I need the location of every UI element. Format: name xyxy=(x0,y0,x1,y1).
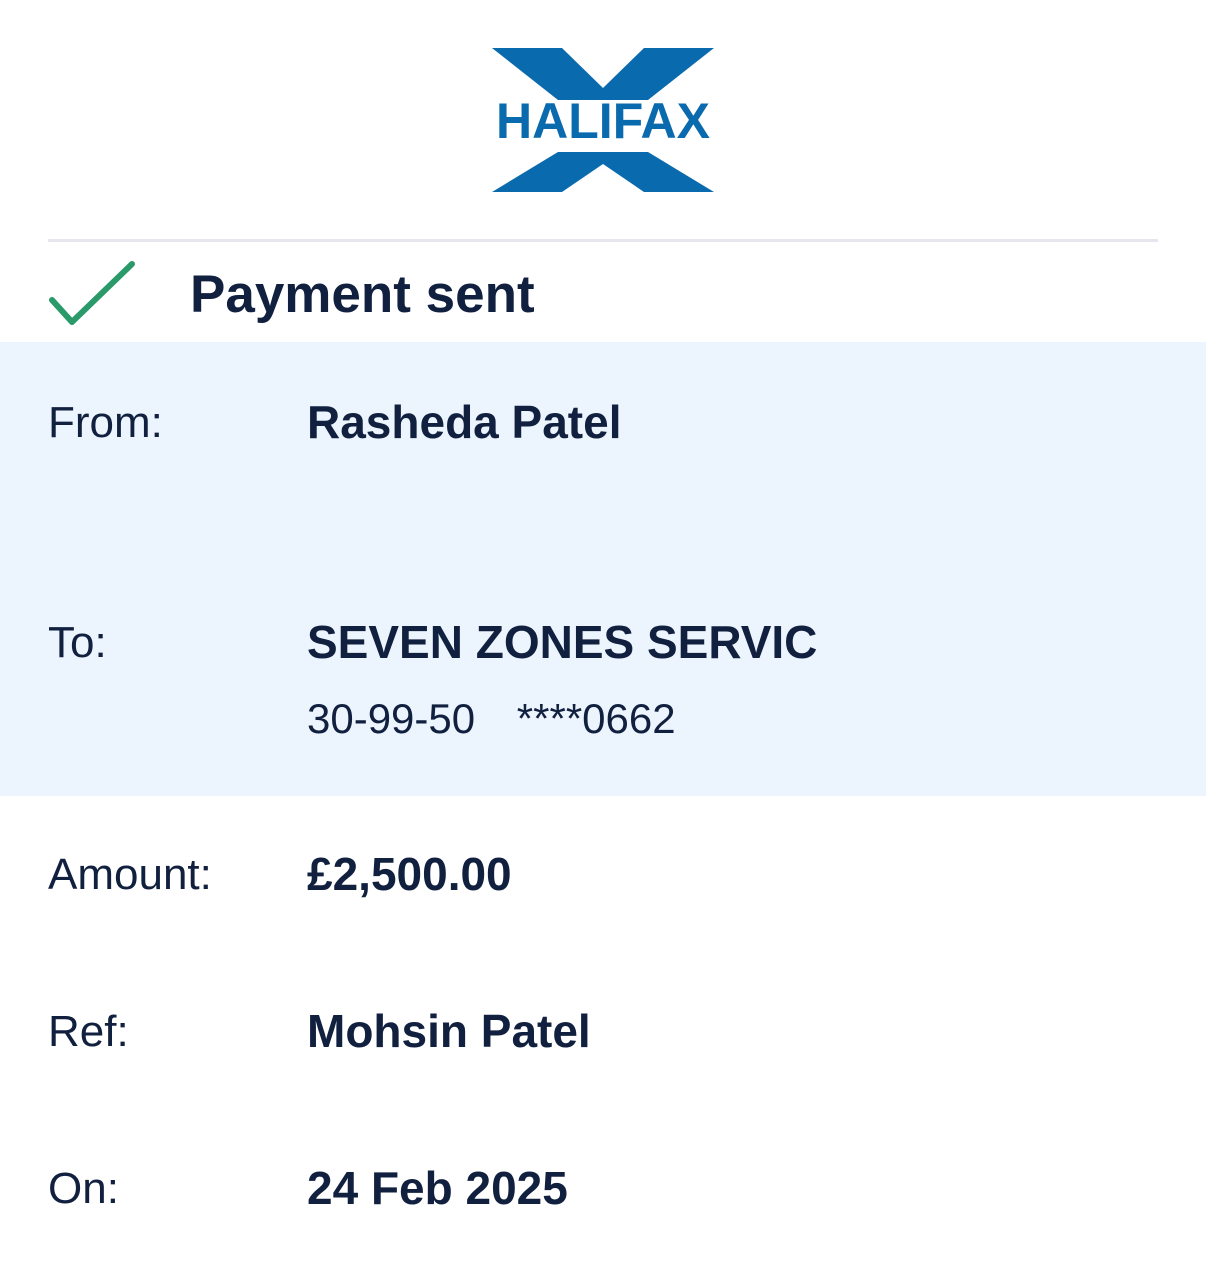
on-label: On: xyxy=(48,1164,119,1213)
from-value: Rasheda Patel xyxy=(307,396,622,448)
status-title: Payment sent xyxy=(190,265,535,324)
to-value: SEVEN ZONES SERVIC xyxy=(307,616,818,668)
ref-value: Mohsin Patel xyxy=(307,1005,591,1057)
ref-label: Ref: xyxy=(48,1007,129,1056)
from-label: From: xyxy=(48,398,163,447)
amount-label: Amount: xyxy=(48,850,212,899)
halifax-logo: HALIFAX xyxy=(490,46,716,194)
check-icon xyxy=(49,261,135,325)
account-number: ****0662 xyxy=(516,695,676,742)
halifax-x-logo-icon: HALIFAX xyxy=(492,48,714,192)
amount-value: £2,500.00 xyxy=(307,848,512,900)
sort-code: 30-99-50 xyxy=(307,695,476,742)
to-label: To: xyxy=(48,618,107,667)
halifax-logo-text: HALIFAX xyxy=(496,93,710,149)
payment-status: Payment sent xyxy=(0,242,1206,342)
to-account-details: 30-99-50 ****0662 xyxy=(307,694,676,744)
on-value: 24 Feb 2025 xyxy=(307,1162,568,1214)
